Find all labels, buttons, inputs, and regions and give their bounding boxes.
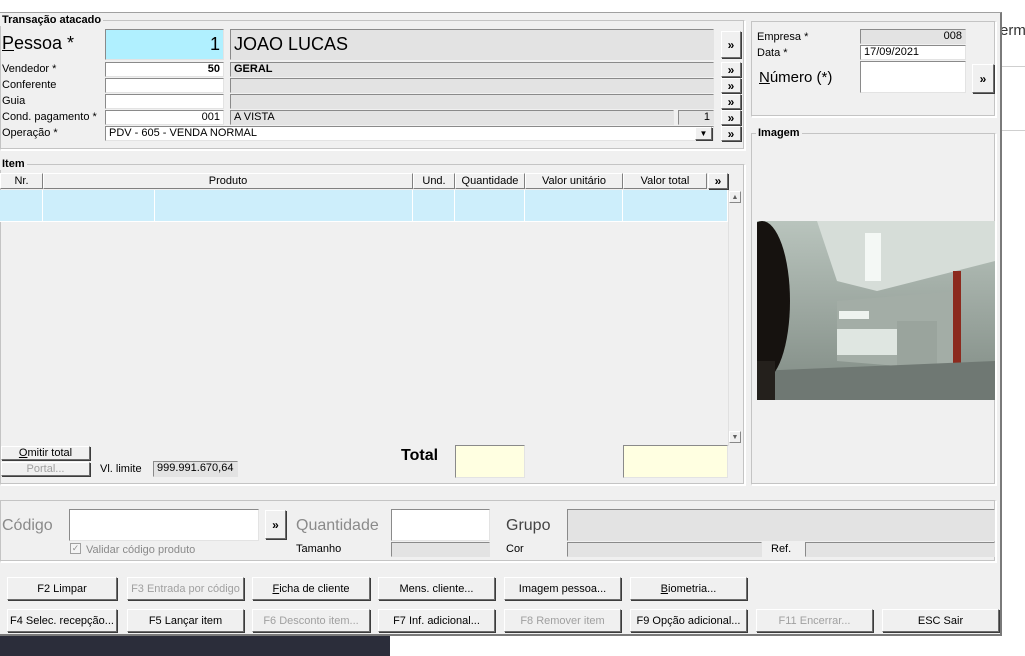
data-input[interactable]: 17/09/2021 xyxy=(860,45,966,60)
validar-label: Validar código produto xyxy=(86,544,196,556)
grid-columns-button[interactable]: » xyxy=(708,173,728,189)
f9-opcao-adicional-button[interactable]: F9 Opção adicional... xyxy=(630,609,747,632)
codigo-input[interactable] xyxy=(69,509,259,541)
biometria-button[interactable]: Biometria... xyxy=(630,577,747,600)
conferente-name-field xyxy=(230,78,714,93)
conferente-label: Conferente xyxy=(2,79,57,91)
vendedor-code-input[interactable]: 50 xyxy=(105,62,224,77)
f7-inf-adicional-button[interactable]: F7 Inf. adicional... xyxy=(378,609,495,632)
codigo-label: Código xyxy=(2,517,53,534)
numero-input[interactable] xyxy=(860,61,966,93)
operacao-more-button[interactable]: » xyxy=(721,126,741,141)
guia-code-input[interactable] xyxy=(105,94,224,109)
f8-remover-item-button[interactable]: F8 Remover item xyxy=(504,609,621,632)
pessoa-code-input[interactable]: 1 xyxy=(105,29,224,60)
column-header-valor-unitario[interactable]: Valor unitário xyxy=(525,173,623,189)
grid-cell-und[interactable] xyxy=(413,190,455,222)
cor-label: Cor xyxy=(506,543,524,555)
grupo-field xyxy=(567,509,995,541)
vendedor-label: Vendedor * xyxy=(2,63,57,75)
grid-cell-produto[interactable] xyxy=(155,190,413,222)
numero-label: Número (*) xyxy=(759,69,833,86)
column-header-nr[interactable]: Nr. xyxy=(0,173,43,189)
chevron-down-icon[interactable]: ▼ xyxy=(695,127,712,140)
cor-field xyxy=(567,542,762,557)
total-label: Total xyxy=(401,447,439,464)
taskbar-strip xyxy=(0,636,390,656)
guia-search-button[interactable]: » xyxy=(721,94,741,109)
vl-limite-field: 999.991.670,64 xyxy=(153,461,238,477)
ref-field xyxy=(805,542,995,557)
transacao-title: Transação atacado xyxy=(0,14,104,26)
empresa-label: Empresa * xyxy=(757,31,809,43)
cond-pagamento-label: Cond. pagamento * xyxy=(2,111,97,123)
conferente-search-button[interactable]: » xyxy=(721,78,741,93)
grupo-label: Grupo xyxy=(506,517,551,534)
numero-search-button[interactable]: » xyxy=(972,64,994,93)
tamanho-label: Tamanho xyxy=(296,543,342,555)
grid-scrollbar[interactable] xyxy=(728,190,742,446)
imagem-title: Imagem xyxy=(756,127,802,139)
f2-limpar-button[interactable]: F2 Limpar xyxy=(7,577,117,600)
f11-encerrar-button[interactable]: F11 Encerrar... xyxy=(756,609,873,632)
grid-cell-valor-unitario[interactable] xyxy=(525,190,623,222)
tamanho-field xyxy=(391,542,490,557)
esc-sair-button[interactable]: ESC Sair xyxy=(882,609,999,632)
guia-label: Guia xyxy=(2,95,26,107)
mens-cliente-button[interactable]: Mens. cliente... xyxy=(378,577,495,600)
cond-pagamento-code-input[interactable]: 001 xyxy=(105,110,224,125)
conferente-code-input[interactable] xyxy=(105,78,224,93)
scroll-up-icon[interactable]: ▲ xyxy=(729,191,741,203)
ref-label: Ref. xyxy=(771,543,792,555)
pessoa-label: Pessoa * xyxy=(2,33,75,53)
background-divider xyxy=(1000,66,1025,67)
pessoa-name-field: JOAO LUCAS xyxy=(230,29,714,60)
omitir-total-button[interactable]: Omitir total xyxy=(1,446,90,460)
data-label: Data * xyxy=(757,47,788,59)
column-header-und[interactable]: Und. xyxy=(413,173,455,189)
portal-button[interactable]: Portal... xyxy=(1,462,90,476)
f5-lancar-item-button[interactable]: F5 Lançar item xyxy=(127,609,244,632)
ficha-cliente-label: icha de cliente xyxy=(279,582,350,595)
column-header-valor-total[interactable]: Valor total xyxy=(623,173,707,189)
background-window-text: erm xyxy=(1000,22,1025,39)
f6-desconto-item-button[interactable]: F6 Desconto item... xyxy=(252,609,370,632)
ficha-cliente-button[interactable]: Ficha de cliente xyxy=(252,577,370,600)
pessoa-search-button[interactable]: » xyxy=(721,31,741,58)
column-header-produto[interactable]: Produto xyxy=(43,173,413,189)
grid-cell-produto-code[interactable] xyxy=(43,190,155,222)
f4-selec-recepcao-button[interactable]: F4 Selec. recepção... xyxy=(7,609,117,632)
total-quantidade-field xyxy=(455,445,525,478)
vl-limite-label: Vl. limite xyxy=(100,463,142,475)
quantidade-label: Quantidade xyxy=(296,517,379,534)
vendedor-name-field: GERAL xyxy=(230,62,714,77)
quantidade-input[interactable] xyxy=(391,509,490,541)
empresa-field: 008 xyxy=(860,29,966,44)
cond-pagamento-search-button[interactable]: » xyxy=(721,110,741,125)
column-header-quantidade[interactable]: Quantidade xyxy=(455,173,525,189)
omitir-total-label: mitir total xyxy=(27,447,73,459)
f3-entrada-codigo-button[interactable]: F3 Entrada por código xyxy=(127,577,244,600)
numero-label-rest: úmero (*) xyxy=(769,69,833,86)
scroll-down-icon[interactable]: ▼ xyxy=(729,431,741,443)
background-divider xyxy=(1000,130,1025,131)
codigo-search-button[interactable]: » xyxy=(265,510,286,539)
operacao-select[interactable]: PDV - 605 - VENDA NORMAL xyxy=(105,126,714,141)
vendedor-search-button[interactable]: » xyxy=(721,62,741,77)
grid-cell-nr[interactable] xyxy=(0,190,43,222)
total-valor-field xyxy=(623,445,728,478)
validar-checkbox[interactable]: ✓ xyxy=(70,543,81,554)
camera-image xyxy=(757,221,995,400)
guia-name-field xyxy=(230,94,714,109)
pessoa-label-rest: essoa * xyxy=(14,33,75,53)
transacao-atacado-window: Transação atacado Pessoa * 1 JOAO LUCAS … xyxy=(0,12,1002,636)
biometria-label: iometria... xyxy=(668,582,717,595)
cond-pagamento-name-field: A VISTA xyxy=(230,110,674,125)
parcelas-field: 1 xyxy=(678,110,714,125)
grid-cell-quantidade[interactable] xyxy=(455,190,525,222)
item-title: Item xyxy=(0,158,27,170)
grid-cell-valor-total[interactable] xyxy=(623,190,728,222)
imagem-pessoa-button[interactable]: Imagem pessoa... xyxy=(504,577,621,600)
operacao-label: Operação * xyxy=(2,127,58,139)
